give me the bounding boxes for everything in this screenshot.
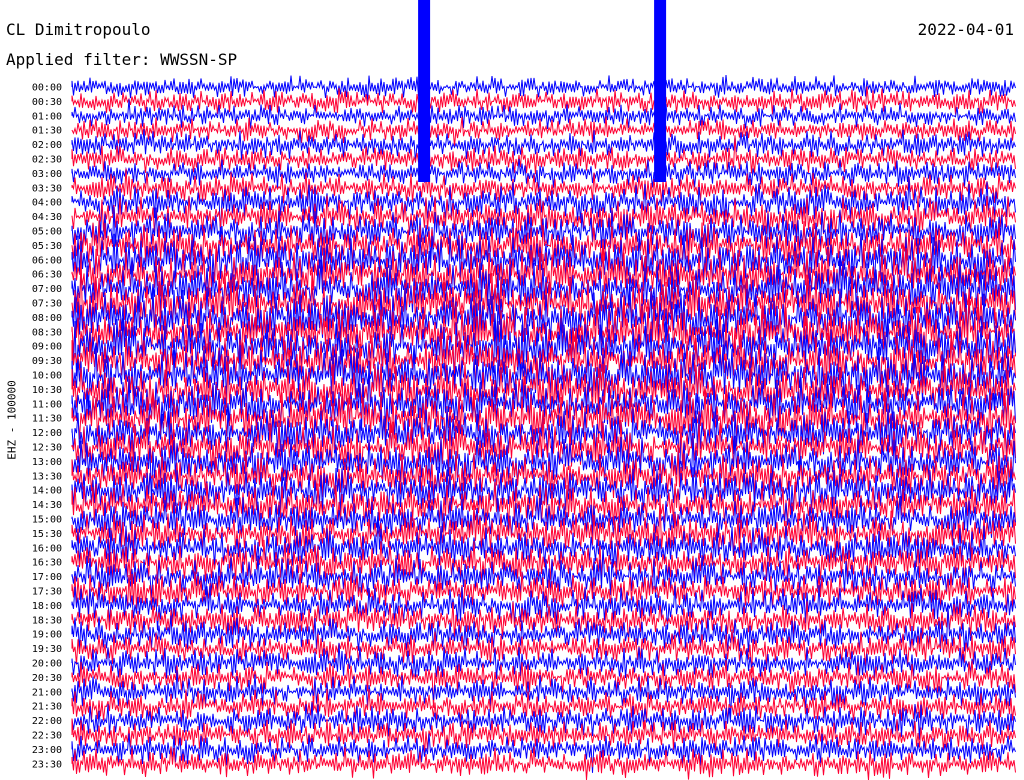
trace-layer [71,0,1016,780]
event-spike [418,0,431,182]
time-tick-label: 23:00 [32,745,62,756]
time-tick-label: 09:30 [32,356,62,367]
seismogram-helicorder: 00:00 00:30 01:00 01:30 02:00 02:30 03:00 03:30… [32,0,1016,780]
time-tick-label: 20:00 [32,659,62,670]
time-tick-label: 23:30 [32,759,62,770]
time-tick-label: 03:30 [32,183,62,194]
time-tick-label: 21:00 [32,687,62,698]
time-tick-label: 02:30 [32,155,62,166]
time-tick-label: 15:30 [32,529,62,540]
time-tick-label: 18:30 [32,615,62,626]
time-tick-label: 16:00 [32,543,62,554]
time-tick-label: 08:00 [32,313,62,324]
time-tick-label: 07:00 [32,284,62,295]
time-tick-label: 22:00 [32,716,62,727]
time-tick-label: 16:30 [32,558,62,569]
time-tick-label: 09:00 [32,342,62,353]
time-tick-label: 04:00 [32,198,62,209]
time-tick-label: 12:30 [32,443,62,454]
time-tick-label: 21:30 [32,702,62,713]
time-tick-label: 06:30 [32,270,62,281]
time-tick-label: 06:00 [32,255,62,266]
time-tick-label: 08:30 [32,327,62,338]
trace-line [71,135,1016,175]
time-tick-labels: 00:00 00:30 01:00 01:30 02:00 02:30 03:00 03:30… [32,83,62,771]
time-tick-label: 05:00 [32,227,62,238]
time-tick-label: 10:00 [32,371,62,382]
time-tick-label: 14:30 [32,500,62,511]
time-tick-label: 17:00 [32,572,62,583]
time-tick-label: 00:00 [32,83,62,94]
time-tick-label: 02:00 [32,140,62,151]
time-tick-label: 15:00 [32,515,62,526]
time-tick-label: 12:00 [32,428,62,439]
time-tick-label: 17:30 [32,587,62,598]
time-tick-label: 01:30 [32,126,62,137]
time-tick-label: 18:00 [32,601,62,612]
time-tick-label: 10:30 [32,385,62,396]
time-tick-label: 14:00 [32,486,62,497]
time-tick-label: 19:00 [32,630,62,641]
time-tick-label: 07:30 [32,299,62,310]
time-tick-label: 13:00 [32,457,62,468]
time-tick-label: 22:30 [32,731,62,742]
time-tick-label: 11:00 [32,399,62,410]
time-tick-label: 04:30 [32,212,62,223]
event-spike [654,0,667,182]
time-tick-label: 00:30 [32,97,62,108]
time-tick-label: 20:30 [32,673,62,684]
time-tick-label: 11:30 [32,414,62,425]
time-tick-label: 13:30 [32,471,62,482]
time-tick-label: 19:30 [32,644,62,655]
time-tick-label: 05:30 [32,241,62,252]
time-tick-label: 03:00 [32,169,62,180]
time-tick-label: 01:00 [32,111,62,122]
